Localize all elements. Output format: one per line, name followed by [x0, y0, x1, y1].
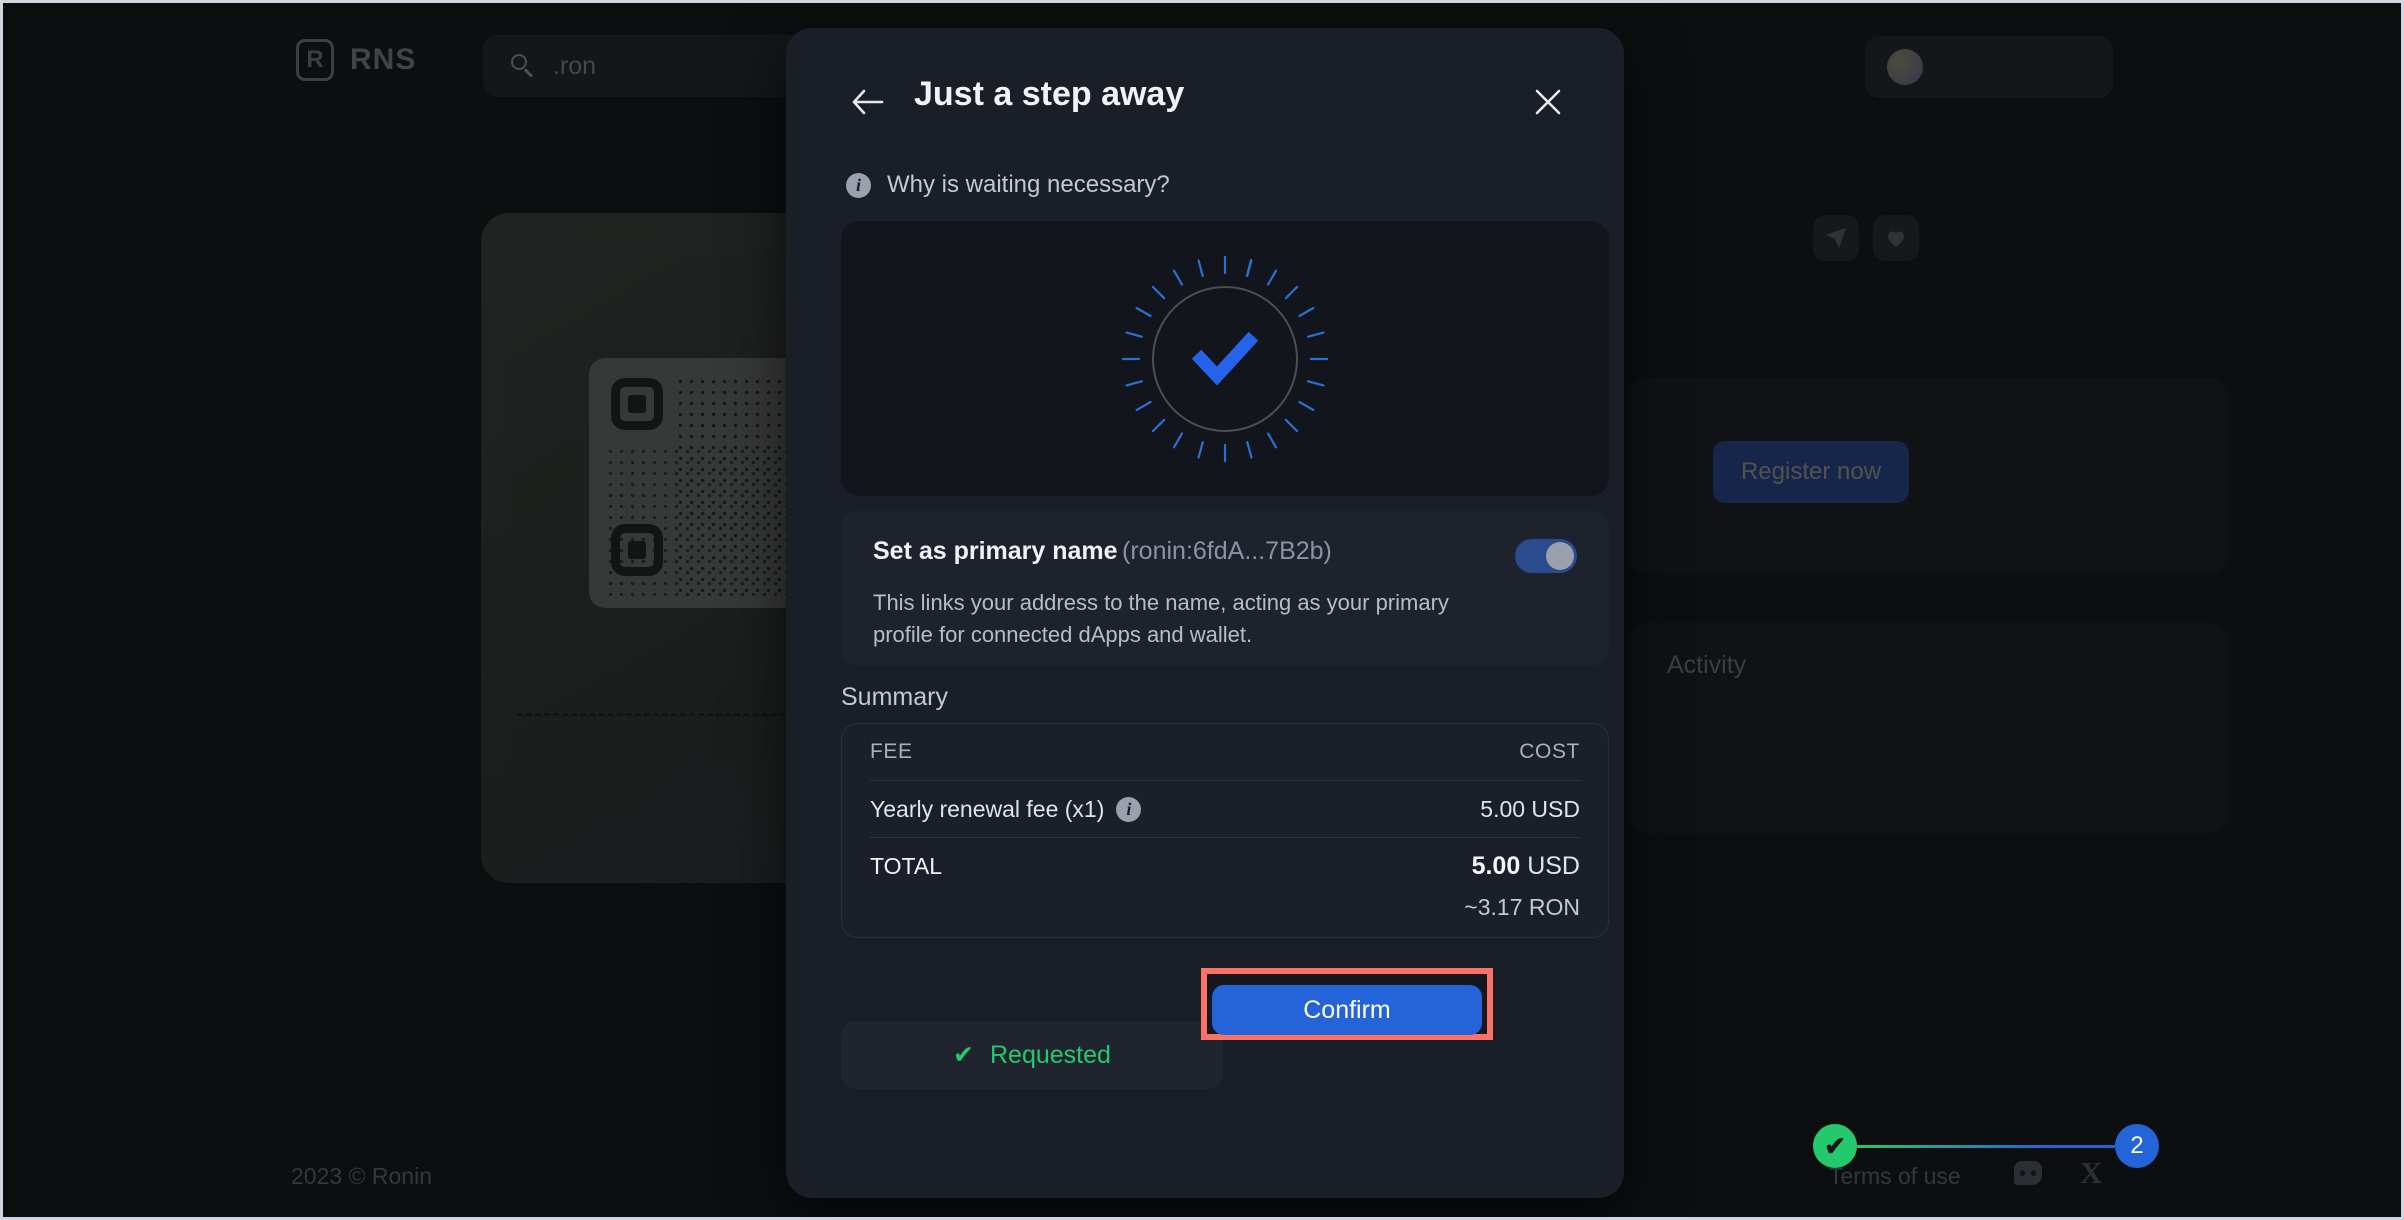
- primary-name-address: (ronin:6fdA...7B2b): [1122, 537, 1332, 565]
- set-primary-name-toggle[interactable]: [1515, 539, 1577, 573]
- step-1-complete: ✔: [1813, 1124, 1857, 1168]
- info-icon: i: [846, 172, 871, 198]
- set-primary-name-title: Set as primary name (ronin:6fdA...7B2b): [873, 537, 1515, 566]
- total-secondary-amount: ~3.17 RON: [1464, 894, 1580, 920]
- fee-label: Yearly renewal fee (x1) i: [870, 795, 1142, 823]
- fee-label-text: Yearly renewal fee (x1): [870, 795, 1105, 822]
- column-header-fee: FEE: [870, 740, 913, 763]
- total-label: TOTAL: [870, 852, 942, 879]
- rns-logo-icon: R: [296, 39, 334, 81]
- total-currency: USD: [1527, 851, 1580, 880]
- avatar: [1887, 49, 1923, 85]
- why-waiting-link[interactable]: i Why is waiting necessary?: [846, 171, 1170, 199]
- step-2-current: 2: [2115, 1124, 2159, 1168]
- table-row: Yearly renewal fee (x1) i 5.00 USD: [870, 781, 1580, 837]
- close-icon[interactable]: [1528, 82, 1568, 122]
- screenshot-frame: R RNS .ron My domains: [0, 0, 2404, 1220]
- set-primary-name-description: This links your address to the name, act…: [873, 590, 1449, 647]
- activity-title: Activity: [1667, 651, 1747, 679]
- info-icon[interactable]: i: [1116, 796, 1142, 822]
- column-header-cost: COST: [1519, 740, 1580, 763]
- search-placeholder: .ron: [553, 51, 597, 80]
- account-pill[interactable]: [1865, 36, 2113, 98]
- fee-value: 5.00 USD: [1480, 795, 1580, 822]
- why-waiting-label: Why is waiting necessary?: [887, 171, 1170, 198]
- transaction-animation-card: [841, 221, 1609, 496]
- summary-title: Summary: [841, 683, 948, 711]
- summary-table: FEE COST Yearly renewal fee (x1) i 5.00 …: [841, 723, 1609, 938]
- brand-logo[interactable]: R RNS: [296, 39, 416, 81]
- requested-label: Requested: [990, 1040, 1111, 1069]
- page-title: Just a step away: [914, 75, 1185, 113]
- toggle-knob: [1546, 542, 1574, 570]
- total-number: 5.00: [1471, 851, 1521, 880]
- step-indicator: ✔ 2: [1813, 1124, 2159, 1168]
- table-total-row: TOTAL 5.00 USD: [870, 838, 1580, 894]
- check-icon: ✔: [953, 1041, 974, 1069]
- check-circle-icon: [1115, 249, 1335, 469]
- send-icon[interactable]: [1813, 215, 1859, 261]
- heart-icon[interactable]: [1873, 215, 1919, 261]
- primary-name-label: Set as primary name: [873, 537, 1118, 565]
- brand-name: RNS: [350, 43, 417, 76]
- confirm-button[interactable]: Confirm: [1212, 985, 1482, 1035]
- arrow-left-icon[interactable]: [848, 82, 888, 122]
- card-actions: [1813, 215, 1919, 261]
- step-connector: [1857, 1144, 2115, 1148]
- register-now-button[interactable]: Register now: [1713, 441, 1909, 503]
- set-primary-name-card: Set as primary name (ronin:6fdA...7B2b) …: [841, 511, 1609, 666]
- requested-button[interactable]: ✔ Requested: [841, 1021, 1223, 1089]
- modal-header: Just a step away: [786, 70, 1624, 132]
- total-amount: 5.00 USD: [1472, 852, 1580, 881]
- table-header-row: FEE COST: [870, 724, 1580, 780]
- search-icon: [511, 54, 535, 78]
- footer-copyright: 2023 © Ronin: [291, 1163, 432, 1189]
